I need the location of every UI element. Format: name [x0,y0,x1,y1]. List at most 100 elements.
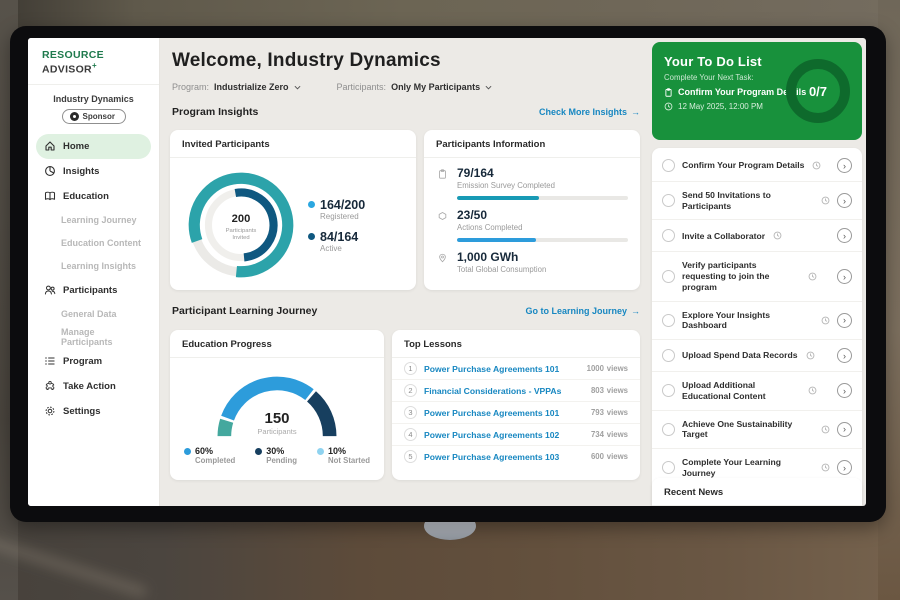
task-go-button[interactable]: › [837,348,852,363]
task-go-button[interactable]: › [837,422,852,437]
participants-filter-label: Participants: [337,82,387,92]
task-checkbox[interactable] [662,194,675,207]
task-checkbox[interactable] [662,349,675,362]
participants-filter[interactable]: Participants: Only My Participants [337,82,493,92]
task-checkbox[interactable] [662,423,675,436]
sponsor-badge[interactable]: Sponsor [62,109,126,124]
sidebar-item-participants[interactable]: Participants [36,278,151,303]
task-checkbox[interactable] [662,384,675,397]
lesson-link[interactable]: Power Purchase Agreements 101 [424,408,584,418]
sidebar: RESOURCE ADVISOR+ Industry Dynamics Spon… [28,38,160,506]
lesson-link[interactable]: Power Purchase Agreements 101 [424,364,580,374]
invited-donut-chart: 200 Participants Invited [180,164,302,286]
task-go-button[interactable]: › [837,193,852,208]
task-row-verify-participants[interactable]: Verify participants requesting to join t… [652,252,862,301]
invited-participants-card: Invited Participants 200 Participants In… [170,130,416,290]
sidebar-item-manage-participants[interactable]: Manage Participants [36,326,151,349]
program-filter-value: Industrialize Zero [214,82,289,92]
sidebar-nav: Home Insights Education Learning Journey… [28,132,159,426]
sidebar-item-label: Insights [63,166,99,177]
task-go-button[interactable]: › [837,228,852,243]
education-progress-card: Education Progress 150 Participants 60% … [170,330,384,480]
task-row-upload-educational-content[interactable]: Upload Additional Educational Content › [652,372,862,410]
task-go-button[interactable]: › [837,158,852,173]
sidebar-item-take-action[interactable]: Take Action [36,374,151,399]
lesson-row: 4 Power Purchase Agreements 102 734 view… [392,424,640,446]
sidebar-item-general-data[interactable]: General Data [36,303,151,326]
lesson-rank: 4 [404,428,417,441]
lesson-link[interactable]: Power Purchase Agreements 103 [424,452,584,462]
legend-pending: 30% Pending [255,446,297,465]
gauge-legend: 60% Completed 30% Pending 10% Not Starte… [170,442,384,465]
sidebar-item-learning-insights[interactable]: Learning Insights [36,255,151,278]
sidebar-item-label: Participants [63,285,117,296]
task-checkbox[interactable] [662,270,675,283]
book-icon [44,190,56,202]
not-started-label: Not Started [328,456,370,465]
task-row-achieve-target[interactable]: Achieve One Sustainability Target › [652,411,862,449]
lesson-link[interactable]: Financial Considerations - VPPAs [424,386,584,396]
clock-icon [773,231,782,240]
task-row-upload-spend-data[interactable]: Upload Spend Data Records › [652,340,862,372]
donut-legend: 164/200 Registered 84/164 Active [308,189,365,262]
sidebar-item-education[interactable]: Education [36,184,151,209]
task-go-button[interactable]: › [837,383,852,398]
registered-label: Registered [320,212,365,221]
clock-icon [812,161,821,170]
task-label: Upload Spend Data Records [682,350,798,361]
task-label: Send 50 Invitations to Participants [682,190,813,211]
views-suffix: views [607,452,628,461]
active-value: 84/164 [320,230,358,244]
clipboard-icon [664,88,673,97]
sidebar-item-program[interactable]: Program [36,349,151,374]
clock-icon [821,463,830,472]
task-go-button[interactable]: › [837,269,852,284]
program-filter[interactable]: Program: Industrialize Zero [172,82,301,92]
task-row-confirm-program[interactable]: Confirm Your Program Details › [652,150,862,182]
sidebar-item-insights[interactable]: Insights [36,159,151,184]
sidebar-item-label: General Data [61,309,117,319]
sidebar-item-learning-journey[interactable]: Learning Journey [36,209,151,232]
task-label: Verify participants requesting to join t… [682,260,800,292]
task-label: Upload Additional Educational Content [682,380,800,401]
task-row-send-invitations[interactable]: Send 50 Invitations to Participants › [652,182,862,220]
task-checkbox[interactable] [662,229,675,242]
donut-center-label2: Invited [232,235,249,241]
lesson-link[interactable]: Power Purchase Agreements 102 [424,430,584,440]
registered-value: 164/200 [320,198,365,212]
todo-due-date: 12 May 2025, 12:00 PM [678,102,763,111]
task-checkbox[interactable] [662,159,675,172]
logo-plus: + [92,61,97,70]
task-label: Complete Your Learning Journey [682,457,813,478]
lesson-views: 793 [591,408,604,417]
task-row-invite-collaborator[interactable]: Invite a Collaborator › [652,220,862,252]
sidebar-item-label: Learning Insights [61,261,136,271]
sidebar-item-education-content[interactable]: Education Content [36,232,151,255]
learning-journey-header: Participant Learning Journey Go to Learn… [172,305,640,317]
check-more-insights-link[interactable]: Check More Insights→ [539,107,640,117]
clock-icon [808,272,817,281]
organization-name: Industry Dynamics [28,94,159,104]
task-label: Explore Your Insights Dashboard [682,310,813,331]
consumption-value: 1,000 GWh [457,250,546,264]
task-row-explore-insights[interactable]: Explore Your Insights Dashboard › [652,302,862,340]
task-go-button[interactable]: › [837,460,852,475]
task-checkbox[interactable] [662,314,675,327]
go-to-learning-journey-link[interactable]: Go to Learning Journey→ [525,306,640,316]
active-label: Active [320,244,365,253]
legend-not-started: 10% Not Started [317,446,370,465]
sidebar-item-label: Home [63,141,89,152]
task-go-button[interactable]: › [837,313,852,328]
sidebar-item-settings[interactable]: Settings [36,399,151,424]
active-dot-icon [308,233,315,240]
sponsor-icon [70,112,79,121]
legend-registered: 164/200 Registered [308,198,365,221]
gauge-center-label: Participants [170,427,384,436]
arrow-right-icon: → [631,107,640,117]
top-lessons-title: Top Lessons [392,330,640,358]
tasks-list-card: Confirm Your Program Details › Send 50 I… [652,148,862,506]
location-pin-icon [436,250,449,263]
dashboard-screen: RESOURCE ADVISOR+ Industry Dynamics Spon… [28,38,866,506]
sidebar-item-home[interactable]: Home [36,134,151,159]
task-checkbox[interactable] [662,461,675,474]
